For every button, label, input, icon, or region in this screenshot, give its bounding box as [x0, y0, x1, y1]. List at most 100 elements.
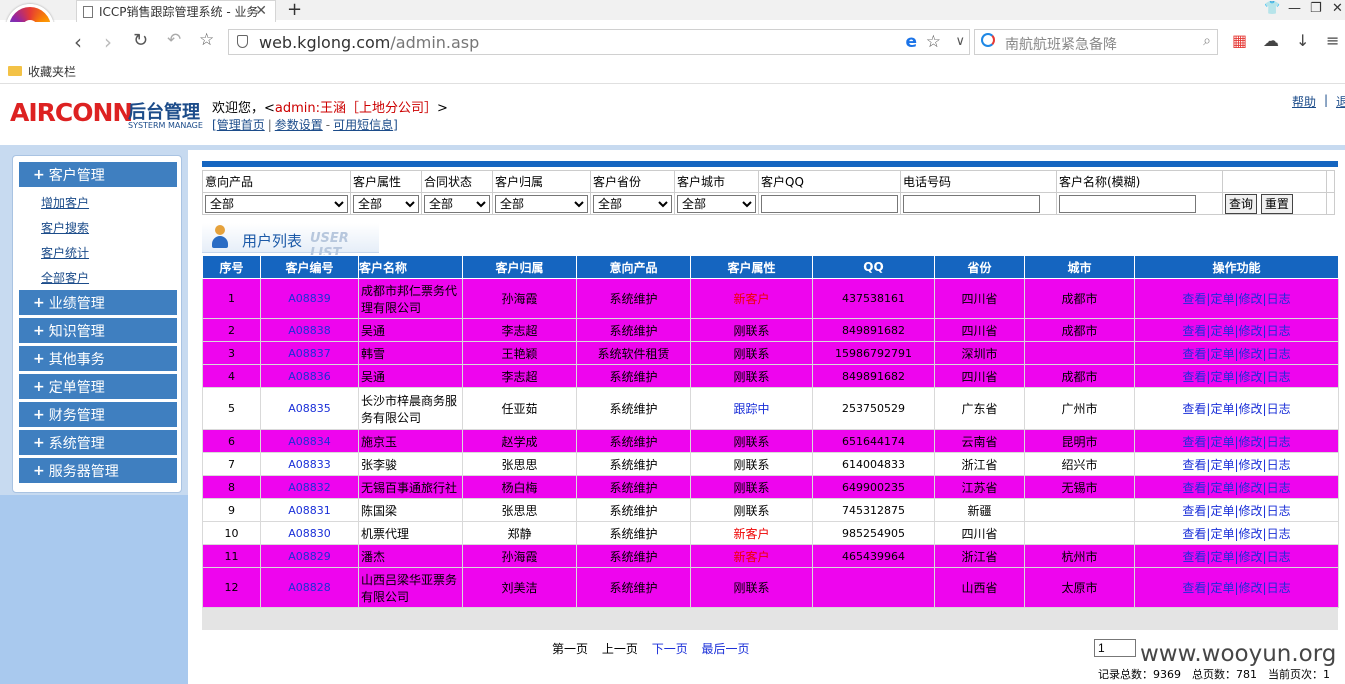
- prev-page-link[interactable]: 上一页: [602, 642, 638, 656]
- download-icon[interactable]: ↓: [1296, 31, 1309, 50]
- log-link[interactable]: 日志: [1267, 347, 1291, 361]
- menu-add-customer[interactable]: 增加客户: [41, 194, 89, 211]
- undo-icon[interactable]: ↶: [167, 30, 181, 50]
- customer-code[interactable]: A08838: [260, 318, 359, 342]
- column-header[interactable]: QQ: [812, 255, 935, 279]
- order-link[interactable]: 定单: [1210, 370, 1234, 384]
- order-link[interactable]: 定单: [1210, 402, 1234, 416]
- search-input[interactable]: 南航航班紧急备降 ⌕: [974, 29, 1218, 55]
- city-select[interactable]: 全部: [677, 194, 756, 213]
- column-header[interactable]: 操作功能: [1134, 255, 1339, 279]
- column-header[interactable]: 客户编号: [260, 255, 359, 279]
- order-link[interactable]: 定单: [1210, 458, 1234, 472]
- view-link[interactable]: 查看: [1182, 458, 1206, 472]
- back-icon[interactable]: ‹: [74, 30, 82, 54]
- view-link[interactable]: 查看: [1182, 481, 1206, 495]
- new-tab-icon[interactable]: +: [287, 0, 302, 20]
- apps-grid-icon[interactable]: ▦: [1232, 31, 1247, 50]
- view-link[interactable]: 查看: [1182, 504, 1206, 518]
- minimize-icon[interactable]: —: [1288, 1, 1301, 16]
- first-page-link[interactable]: 第一页: [552, 642, 588, 656]
- view-link[interactable]: 查看: [1182, 292, 1206, 306]
- log-link[interactable]: 日志: [1267, 481, 1291, 495]
- customer-code[interactable]: A08828: [260, 567, 359, 608]
- edit-link[interactable]: 修改: [1239, 435, 1263, 449]
- menu-orders[interactable]: + 定单管理: [19, 374, 177, 400]
- customer-code[interactable]: A08836: [260, 364, 359, 388]
- log-link[interactable]: 日志: [1267, 324, 1291, 338]
- forward-icon[interactable]: ›: [104, 30, 112, 54]
- column-header[interactable]: 客户名称: [358, 255, 463, 279]
- ie-mode-icon[interactable]: e: [905, 32, 917, 52]
- view-link[interactable]: 查看: [1182, 347, 1206, 361]
- page-number-input[interactable]: [1094, 639, 1136, 657]
- order-link[interactable]: 定单: [1210, 324, 1234, 338]
- edit-link[interactable]: 修改: [1239, 581, 1263, 595]
- customer-code[interactable]: A08830: [260, 521, 359, 545]
- edit-link[interactable]: 修改: [1239, 504, 1263, 518]
- order-link[interactable]: 定单: [1210, 550, 1234, 564]
- order-link[interactable]: 定单: [1210, 581, 1234, 595]
- log-link[interactable]: 日志: [1267, 458, 1291, 472]
- menu-search-customer[interactable]: 客户搜索: [41, 219, 89, 236]
- order-link[interactable]: 定单: [1210, 481, 1234, 495]
- customer-code[interactable]: A08839: [260, 278, 359, 319]
- link-settings[interactable]: 参数设置: [275, 118, 323, 132]
- log-link[interactable]: 日志: [1267, 504, 1291, 518]
- column-header[interactable]: 客户属性: [690, 255, 813, 279]
- edit-link[interactable]: 修改: [1239, 458, 1263, 472]
- reload-icon[interactable]: ↻: [133, 30, 148, 51]
- browser-tab[interactable]: ICCP销售跟踪管理系统 - 业务 ✕: [76, 0, 276, 22]
- view-link[interactable]: 查看: [1182, 581, 1206, 595]
- menu-finance[interactable]: + 财务管理: [19, 402, 177, 428]
- log-link[interactable]: 日志: [1267, 370, 1291, 384]
- customer-code[interactable]: A08831: [260, 498, 359, 522]
- edit-link[interactable]: 修改: [1239, 347, 1263, 361]
- order-link[interactable]: 定单: [1210, 435, 1234, 449]
- menu-other[interactable]: + 其他事务: [19, 346, 177, 372]
- column-header[interactable]: 客户归属: [462, 255, 577, 279]
- cloud-icon[interactable]: ☁: [1263, 31, 1279, 50]
- owner-select[interactable]: 全部: [495, 194, 588, 213]
- help-link[interactable]: 帮助: [1292, 93, 1316, 110]
- shirt-icon[interactable]: 👕: [1264, 1, 1280, 16]
- log-link[interactable]: 日志: [1267, 550, 1291, 564]
- log-link[interactable]: 日志: [1267, 402, 1291, 416]
- customer-code[interactable]: A08833: [260, 452, 359, 476]
- close-tab-icon[interactable]: ✕: [255, 3, 267, 19]
- url-field[interactable]: web.kglong.com/admin.asp e ☆ ∨: [228, 29, 970, 55]
- edit-link[interactable]: 修改: [1239, 324, 1263, 338]
- search-icon[interactable]: ⌕: [1203, 33, 1211, 49]
- menu-icon[interactable]: ≡: [1326, 31, 1339, 50]
- attribute-select[interactable]: 全部: [353, 194, 419, 213]
- customer-code[interactable]: A08835: [260, 387, 359, 430]
- customer-code[interactable]: A08834: [260, 429, 359, 453]
- menu-customer-stats[interactable]: 客户统计: [41, 244, 89, 261]
- order-link[interactable]: 定单: [1210, 527, 1234, 541]
- order-link[interactable]: 定单: [1210, 504, 1234, 518]
- last-page-link[interactable]: 最后一页: [702, 642, 750, 656]
- order-link[interactable]: 定单: [1210, 292, 1234, 306]
- contract-status-select[interactable]: 全部: [424, 194, 490, 213]
- log-link[interactable]: 日志: [1267, 292, 1291, 306]
- close-window-icon[interactable]: ✕: [1332, 1, 1343, 16]
- view-link[interactable]: 查看: [1182, 370, 1206, 384]
- edit-link[interactable]: 修改: [1239, 292, 1263, 306]
- search-button[interactable]: 查询: [1225, 193, 1258, 214]
- column-header[interactable]: 意向产品: [576, 255, 691, 279]
- edit-link[interactable]: 修改: [1239, 370, 1263, 384]
- province-select[interactable]: 全部: [593, 194, 672, 213]
- qq-input[interactable]: [761, 194, 898, 213]
- favorites-label[interactable]: 收藏夹栏: [28, 63, 76, 80]
- menu-knowledge[interactable]: + 知识管理: [19, 318, 177, 344]
- view-link[interactable]: 查看: [1182, 435, 1206, 449]
- view-link[interactable]: 查看: [1182, 402, 1206, 416]
- menu-all-customers[interactable]: 全部客户: [41, 269, 89, 286]
- log-link[interactable]: 日志: [1267, 581, 1291, 595]
- chevron-down-icon[interactable]: ∨: [955, 34, 965, 49]
- log-link[interactable]: 日志: [1267, 527, 1291, 541]
- log-link[interactable]: 日志: [1267, 435, 1291, 449]
- customer-name-input[interactable]: [1059, 194, 1196, 213]
- customer-code[interactable]: A08829: [260, 544, 359, 568]
- column-header[interactable]: 省份: [934, 255, 1025, 279]
